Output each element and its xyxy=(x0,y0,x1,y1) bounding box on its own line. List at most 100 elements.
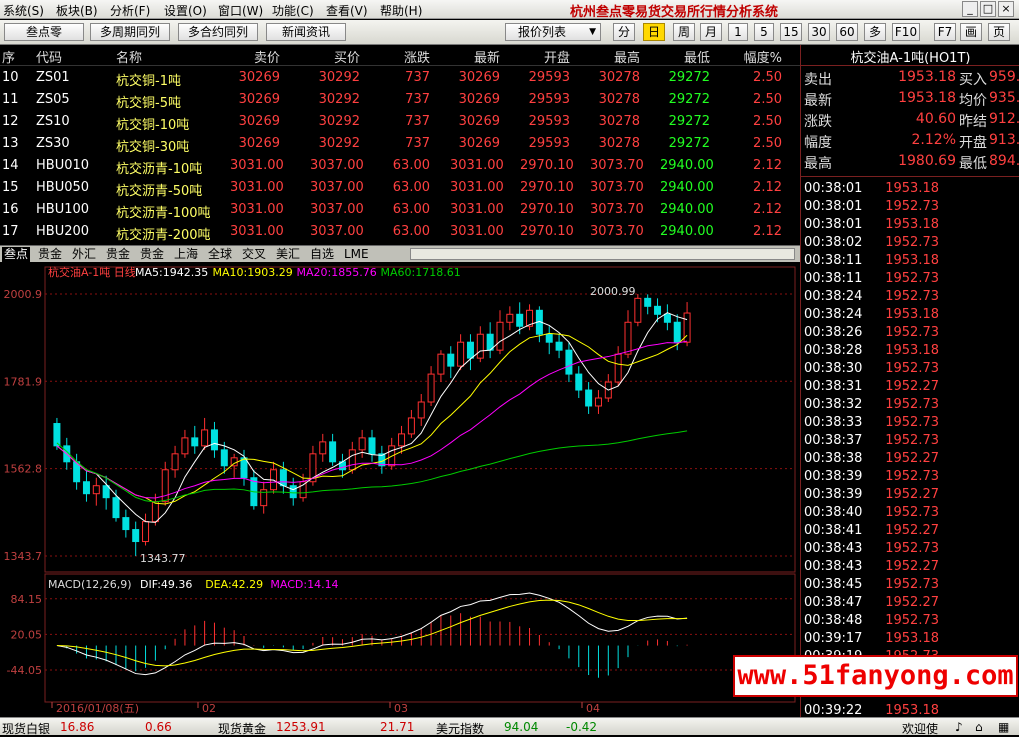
status-gold-change: 21.71 xyxy=(380,720,415,734)
macd-value-label: DEA:42.29 xyxy=(205,578,263,591)
col-sell[interactable]: 卖价 xyxy=(230,47,280,66)
candle-body xyxy=(191,437,199,447)
cell-sell: 3031.00 xyxy=(230,158,284,173)
candle-body xyxy=(663,313,671,323)
cell-low: 2940.00 xyxy=(660,224,714,239)
period-month[interactable]: 月 xyxy=(700,23,722,41)
status-usd-price: 94.04 xyxy=(504,720,539,734)
market-tab[interactable]: 贵金 xyxy=(138,247,166,262)
tick-time: 00:38:11 xyxy=(804,253,863,268)
market-tab[interactable]: 美汇 xyxy=(274,247,302,262)
maximize-button[interactable]: □ xyxy=(980,1,996,17)
speaker-icon[interactable]: ♪ xyxy=(955,720,963,734)
quote-row[interactable]: 15 HBU050 杭交沥青-50吨 3031.00 3037.00 63.00 3031.… xyxy=(0,177,800,199)
col-range[interactable]: 幅度% xyxy=(725,47,782,66)
cell-name: 杭交沥青-50吨 xyxy=(116,184,203,199)
menu-help[interactable]: 帮助(H) xyxy=(380,2,422,19)
quote-row[interactable]: 17 HBU200 杭交沥青-200吨 3031.00 3037.00 63.00 3031… xyxy=(0,221,800,243)
info-label: 最新 xyxy=(804,93,832,109)
col-index[interactable]: 序 xyxy=(2,47,15,66)
quote-row[interactable]: 11 ZS05 杭交铜-5吨 30269 30292 737 30269 29593 30278… xyxy=(0,89,800,111)
col-latest[interactable]: 最新 xyxy=(450,47,500,66)
col-high[interactable]: 最高 xyxy=(590,47,640,66)
col-code[interactable]: 代码 xyxy=(36,47,62,66)
news-button[interactable]: 新闻资讯 xyxy=(266,23,346,41)
close-button[interactable]: × xyxy=(998,1,1014,17)
period-60min[interactable]: 60 xyxy=(836,23,858,41)
cell-buy: 30292 xyxy=(318,92,360,107)
sandianling-button[interactable]: 叁点零 xyxy=(4,23,84,41)
period-week[interactable]: 周 xyxy=(673,23,695,41)
menu-sector[interactable]: 板块(B) xyxy=(56,2,98,19)
candle-body xyxy=(329,441,337,463)
f7-button[interactable]: F7 xyxy=(934,23,956,41)
quote-row[interactable]: 12 ZS10 杭交铜-10吨 30269 30292 737 30269 29593 3027… xyxy=(0,111,800,133)
menu-settings[interactable]: 设置(O) xyxy=(164,2,207,19)
period-30min[interactable]: 30 xyxy=(808,23,830,41)
market-tab[interactable]: 贵金 xyxy=(36,247,64,262)
price-tick-label: 2000.9 xyxy=(4,288,43,301)
cell-open: 29593 xyxy=(528,114,570,129)
period-multi[interactable]: 多 xyxy=(864,23,886,41)
cell-change: 63.00 xyxy=(392,202,430,217)
market-tab[interactable]: LME xyxy=(342,247,371,262)
tab-scrollbar[interactable] xyxy=(410,248,795,260)
menu-system[interactable]: 系统(S) xyxy=(3,2,44,19)
menu-analysis[interactable]: 分析(F) xyxy=(110,2,150,19)
period-day[interactable]: 日 xyxy=(643,23,665,41)
candle-body xyxy=(102,485,110,499)
tick-time: 00:38:48 xyxy=(804,613,863,628)
page-button[interactable]: 页 xyxy=(988,23,1010,41)
candle-body xyxy=(358,437,366,451)
candle-body xyxy=(427,373,435,403)
minimize-button[interactable]: _ xyxy=(962,1,978,17)
menu-window[interactable]: 窗口(W) xyxy=(218,2,263,19)
multi-period-button[interactable]: 多周期同列 xyxy=(90,23,170,41)
cell-name: 杭交沥青-10吨 xyxy=(116,162,203,177)
date-label: 02 xyxy=(202,702,216,715)
date-label: 2016/01/08(五) xyxy=(56,702,139,715)
quote-row[interactable]: 13 ZS30 杭交铜-30吨 30269 30292 737 30269 29593 3027… xyxy=(0,133,800,155)
quote-row[interactable]: 14 HBU010 杭交沥青-10吨 3031.00 3037.00 63.00 3031.… xyxy=(0,155,800,177)
col-low[interactable]: 最低 xyxy=(660,47,710,66)
candle-body xyxy=(614,353,622,383)
cell-change: 63.00 xyxy=(392,180,430,195)
macd-value-label: MACD:14.14 xyxy=(270,578,338,591)
tick-price: 1952.73 xyxy=(885,397,939,412)
lock-icon[interactable]: ⌂ xyxy=(975,720,983,734)
chart-area[interactable]: 2000.9 1781.9 1562.8 1343.7 杭交油A-1吨 日线 MA5:19… xyxy=(0,262,800,717)
period-15min[interactable]: 15 xyxy=(780,23,802,41)
f10-button[interactable]: F10 xyxy=(892,23,920,41)
draw-button[interactable]: 画 xyxy=(960,23,982,41)
cell-sell: 30269 xyxy=(238,92,280,107)
col-open[interactable]: 开盘 xyxy=(520,47,570,66)
quote-row[interactable]: 16 HBU100 杭交沥青-100吨 3031.00 3037.00 63.00 3031… xyxy=(0,199,800,221)
instrument-title: 杭交油A-1吨(HO1T) xyxy=(850,51,971,66)
period-minute[interactable]: 分 xyxy=(613,23,635,41)
cell-change: 63.00 xyxy=(392,158,430,173)
menu-view[interactable]: 查看(V) xyxy=(326,2,368,19)
market-tab[interactable]: 外汇 xyxy=(70,247,98,262)
multi-contract-button[interactable]: 多合约同列 xyxy=(178,23,258,41)
col-buy[interactable]: 买价 xyxy=(310,47,360,66)
cell-name: 杭交铜-30吨 xyxy=(116,140,190,155)
candle-body xyxy=(654,305,662,315)
col-name[interactable]: 名称 xyxy=(116,47,142,66)
network-icon[interactable]: ▦ xyxy=(998,720,1009,734)
market-tab[interactable]: 叁点 xyxy=(2,247,31,262)
market-tab[interactable]: 自选 xyxy=(308,247,336,262)
market-tab[interactable]: 交叉 xyxy=(240,247,268,262)
kline-chart[interactable]: 2000.9 1781.9 1562.8 1343.7 杭交油A-1吨 日线 MA5:19… xyxy=(0,262,800,717)
market-tab[interactable]: 贵金 xyxy=(104,247,132,262)
menu-bar: 系统(S) 板块(B) 分析(F) 设置(O) 窗口(W) 功能(C) 查看(V… xyxy=(0,0,1019,20)
col-change[interactable]: 涨跌 xyxy=(380,47,430,66)
tick-price: 1952.73 xyxy=(885,577,939,592)
market-tab[interactable]: 全球 xyxy=(206,247,234,262)
quote-row[interactable]: 10 ZS01 杭交铜-1吨 30269 30292 737 30269 29593 30278… xyxy=(0,67,800,89)
quote-list-dropdown[interactable]: 报价列表 ▼ xyxy=(505,23,601,41)
tick-price: 1952.73 xyxy=(885,199,939,214)
period-1min[interactable]: 1 xyxy=(728,23,748,41)
menu-function[interactable]: 功能(C) xyxy=(272,2,314,19)
period-5min[interactable]: 5 xyxy=(754,23,774,41)
market-tab[interactable]: 上海 xyxy=(172,247,200,262)
